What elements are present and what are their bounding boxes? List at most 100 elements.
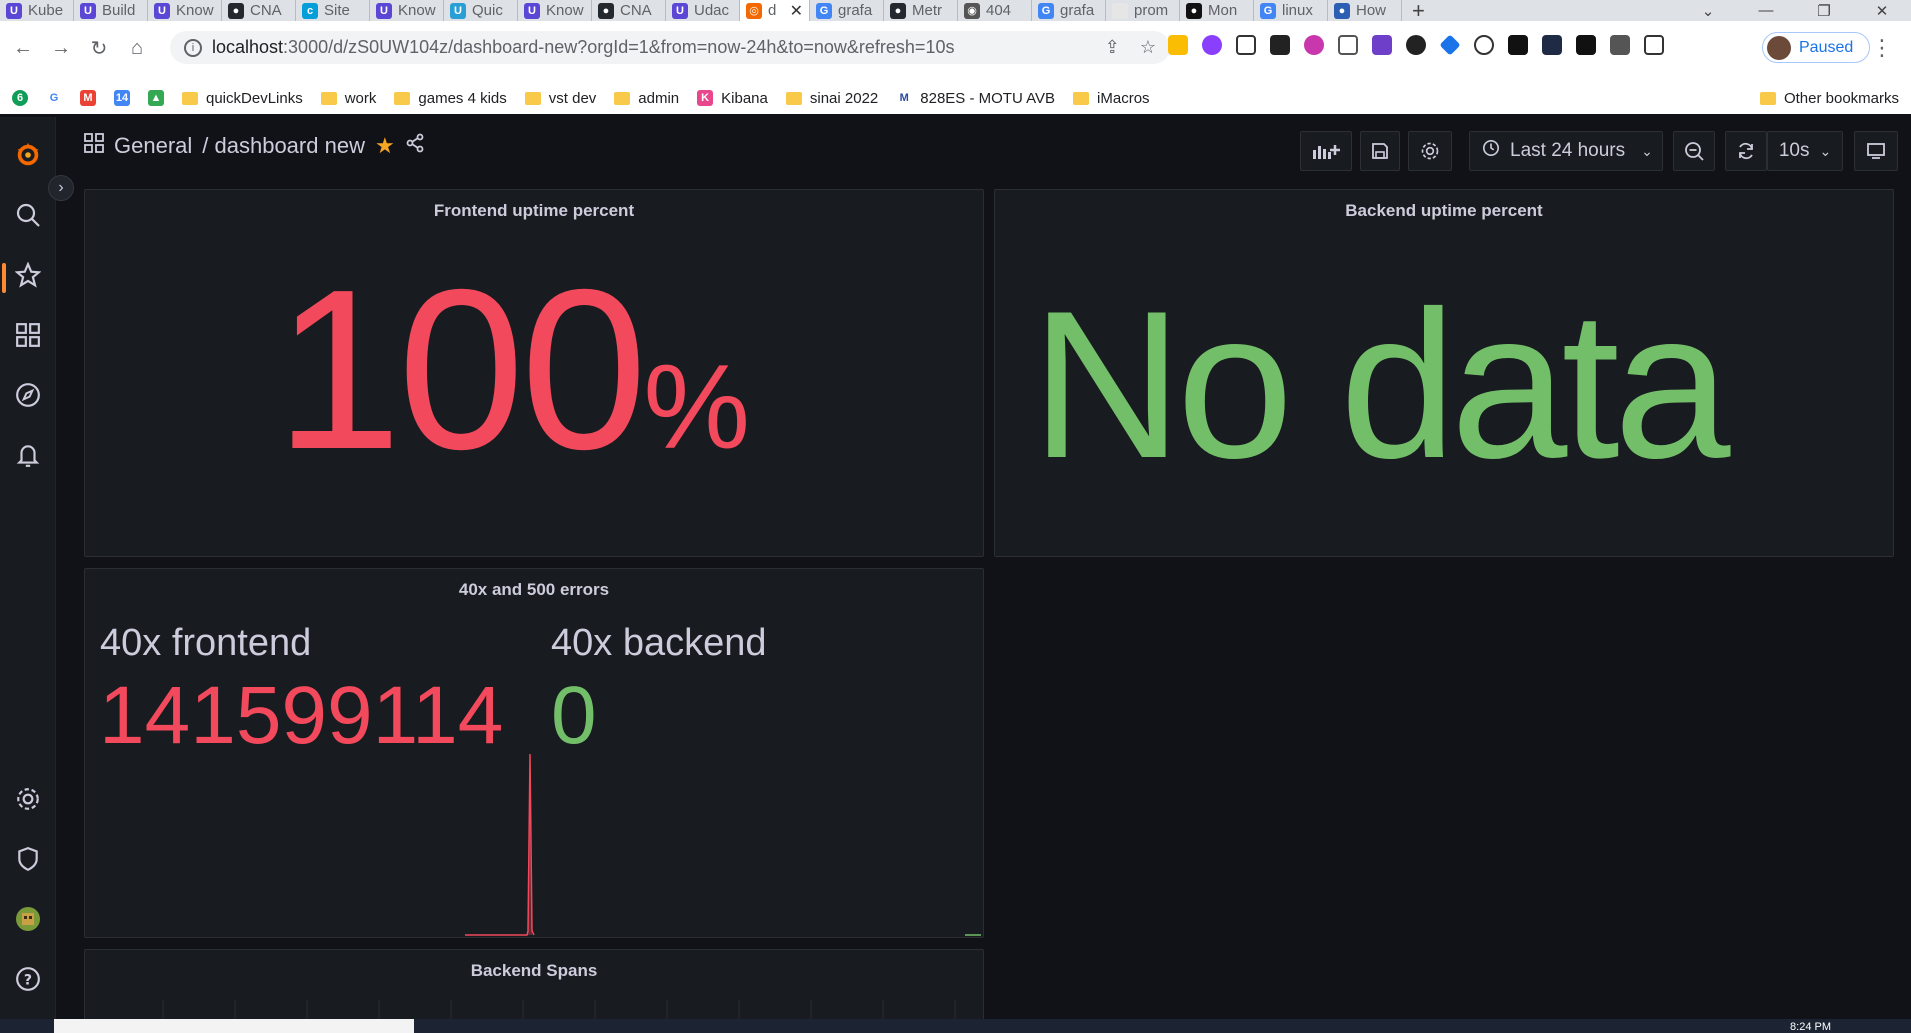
extension-icon[interactable] — [1270, 35, 1290, 55]
os-taskbar: 8:24 PM — [0, 1019, 1911, 1033]
add-panel-button[interactable] — [1300, 131, 1352, 171]
panel-title[interactable]: 40x and 500 errors — [85, 580, 983, 600]
share-dashboard-icon[interactable] — [405, 133, 425, 159]
tab-label: Kube — [28, 2, 64, 19]
close-window-button[interactable]: ✕ — [1853, 2, 1911, 20]
time-range-picker[interactable]: Last 24 hours ⌄ — [1469, 131, 1663, 171]
bookmark-icon-only[interactable]: M — [80, 90, 96, 106]
bookmark-item[interactable]: work — [320, 90, 376, 107]
bookmark-icon-only[interactable]: ▲ — [148, 90, 164, 106]
side-panel-icon[interactable] — [1644, 35, 1664, 55]
other-bookmarks[interactable]: Other bookmarks — [1759, 90, 1899, 107]
extension-icon[interactable] — [1406, 35, 1426, 55]
extension-icon[interactable] — [1168, 35, 1188, 55]
user-avatar-icon[interactable] — [14, 905, 42, 933]
folder-icon — [394, 91, 411, 105]
browser-tab[interactable]: U Udac — [666, 0, 740, 21]
page-title[interactable]: / dashboard new — [202, 133, 365, 159]
browser-tab[interactable]: U Build — [74, 0, 148, 21]
bookmark-icon-only[interactable]: G — [46, 90, 62, 106]
extension-icon[interactable] — [1474, 35, 1494, 55]
browser-tab[interactable]: ● How — [1328, 0, 1402, 21]
bookmark-icon-only[interactable]: 14 — [114, 90, 130, 106]
extension-icon[interactable] — [1542, 35, 1562, 55]
dashboard-settings-button[interactable] — [1408, 131, 1452, 171]
restore-button[interactable]: ❐ — [1795, 2, 1853, 20]
zoom-out-button[interactable] — [1673, 131, 1715, 171]
browser-tab[interactable]: ● Mon — [1180, 0, 1254, 21]
favorite-star-icon[interactable]: ★ — [375, 133, 395, 159]
browser-tab[interactable]: U Know — [148, 0, 222, 21]
server-admin-shield-icon[interactable] — [14, 845, 42, 873]
browser-tab[interactable]: prom — [1106, 0, 1180, 21]
expand-sidebar-button[interactable]: › — [48, 175, 74, 201]
browser-tab[interactable]: Ggrafa — [810, 0, 884, 21]
help-icon[interactable]: ? — [14, 965, 42, 993]
panel-errors[interactable]: 40x and 500 errors 40x frontend 14159911… — [84, 568, 984, 938]
extension-icon[interactable] — [1439, 34, 1461, 56]
taskbar-search[interactable] — [54, 1019, 414, 1033]
extension-icon[interactable] — [1576, 35, 1596, 55]
browser-tab[interactable]: U Know — [518, 0, 592, 21]
browser-tab[interactable]: c Site — [296, 0, 370, 21]
site-info-icon[interactable]: i — [184, 38, 202, 57]
panel-backend-uptime[interactable]: Backend uptime percent No data — [994, 189, 1894, 557]
bookmark-star-icon[interactable]: ☆ — [1140, 37, 1156, 58]
extension-icon[interactable] — [1338, 35, 1358, 55]
starred-icon[interactable] — [14, 261, 42, 289]
configuration-gear-icon[interactable] — [14, 785, 42, 813]
extension-icon[interactable] — [1236, 35, 1256, 55]
refresh-button[interactable] — [1725, 131, 1767, 171]
panel-title[interactable]: Backend Spans — [85, 961, 983, 981]
home-icon[interactable]: ⌂ — [120, 33, 154, 63]
share-icon[interactable]: ⇪ — [1105, 37, 1120, 58]
refresh-interval-picker[interactable]: 10s ⌄ — [1767, 131, 1843, 171]
browser-tab[interactable]: ● Metr — [884, 0, 958, 21]
browser-tab[interactable]: U Quic — [444, 0, 518, 21]
panel-backend-spans[interactable]: Backend Spans — [84, 949, 984, 1030]
save-dashboard-button[interactable] — [1360, 131, 1400, 171]
browser-tab[interactable]: ● CNA — [222, 0, 296, 21]
bookmark-item[interactable]: sinai 2022 — [785, 90, 878, 107]
tv-mode-button[interactable] — [1854, 131, 1898, 171]
extension-icon[interactable] — [1372, 35, 1392, 55]
browser-tab[interactable]: Glinux — [1254, 0, 1328, 21]
extension-icon[interactable] — [1202, 35, 1222, 55]
tab-search-icon[interactable]: ⌄ — [1679, 2, 1737, 20]
bookmark-item[interactable]: games 4 kids — [394, 90, 507, 107]
bookmark-item[interactable]: K Kibana — [697, 90, 768, 107]
panel-title[interactable]: Frontend uptime percent — [85, 201, 983, 221]
grafana-logo-icon[interactable] — [14, 141, 42, 169]
back-icon[interactable]: ← — [6, 33, 40, 63]
browser-tab[interactable]: ◉ 404 — [958, 0, 1032, 21]
browser-menu-icon[interactable]: ⋮ — [1871, 35, 1893, 61]
search-icon[interactable] — [14, 201, 42, 229]
extension-icon[interactable] — [1304, 35, 1324, 55]
reload-icon[interactable]: ↻ — [82, 33, 116, 63]
bookmark-item[interactable]: M 828ES - MOTU AVB — [896, 90, 1055, 107]
bookmark-item[interactable]: iMacros — [1073, 90, 1150, 107]
dashboards-icon[interactable] — [14, 321, 42, 349]
browser-tab[interactable]: ● CNA — [592, 0, 666, 21]
bookmark-item[interactable]: admin — [614, 90, 679, 107]
extensions-puzzle-icon[interactable] — [1610, 35, 1630, 55]
forward-icon[interactable]: → — [44, 33, 78, 63]
minimize-button[interactable]: — — [1737, 2, 1795, 19]
bookmark-icon-only[interactable]: 6 — [12, 90, 28, 106]
explore-compass-icon[interactable] — [14, 381, 42, 409]
alerting-bell-icon[interactable] — [14, 441, 42, 469]
browser-tab[interactable]: U Kube — [0, 0, 74, 21]
panel-frontend-uptime[interactable]: Frontend uptime percent 100% — [84, 189, 984, 557]
browser-tab[interactable]: ◎ d ✕ — [740, 0, 810, 21]
close-tab-icon[interactable]: ✕ — [790, 1, 803, 21]
new-tab-button[interactable]: + — [1402, 0, 1435, 21]
bookmark-item[interactable]: vst dev — [524, 90, 596, 107]
browser-tab[interactable]: Ggrafa — [1032, 0, 1106, 21]
browser-tab[interactable]: U Know — [370, 0, 444, 21]
panel-title[interactable]: Backend uptime percent — [995, 201, 1893, 221]
breadcrumb-folder[interactable]: General — [114, 133, 192, 159]
bookmark-item[interactable]: quickDevLinks — [182, 90, 303, 107]
extension-icon[interactable] — [1508, 35, 1528, 55]
address-bar[interactable]: i localhost:3000/d/zS0UW104z/dashboard-n… — [170, 31, 1170, 64]
profile-button[interactable]: Paused — [1762, 32, 1870, 63]
